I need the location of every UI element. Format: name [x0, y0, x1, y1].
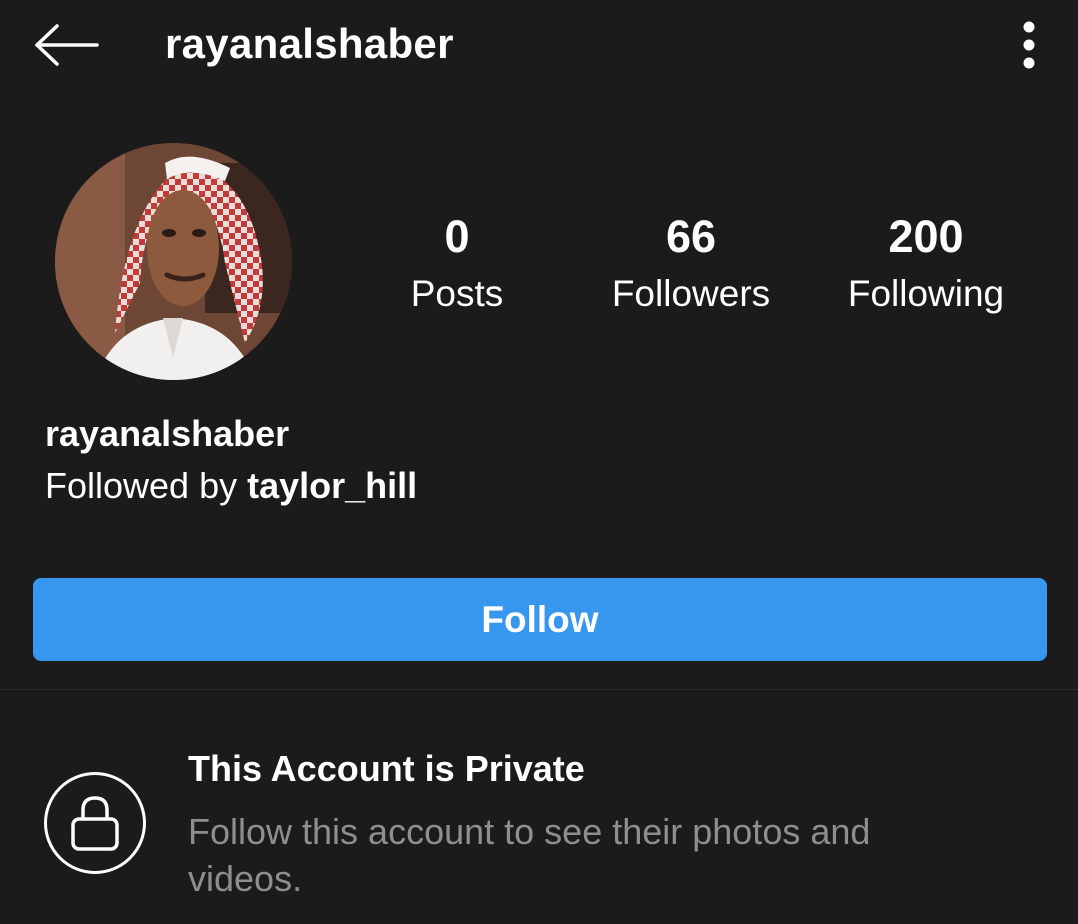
followers-label: Followers: [611, 273, 771, 314]
posts-stat: 0 Posts: [347, 208, 567, 322]
avatar[interactable]: [55, 143, 292, 380]
follow-button[interactable]: Follow: [33, 578, 1047, 661]
posts-count: 0: [444, 211, 470, 262]
lock-badge: [44, 772, 146, 874]
page-title: rayanalshaber: [165, 20, 454, 67]
followed-by: Followed by taylor_hill: [45, 465, 417, 507]
followed-by-user-link[interactable]: taylor_hill: [247, 465, 417, 506]
following-count: 200: [888, 211, 964, 262]
followed-by-prefix: Followed by: [45, 465, 248, 506]
divider: [0, 689, 1078, 690]
private-description: Follow this account to see their photos …: [188, 811, 871, 899]
more-vertical-icon: [1023, 21, 1035, 69]
back-button[interactable]: [26, 14, 106, 76]
following-label: Following: [847, 273, 1005, 314]
more-options-button[interactable]: [1004, 14, 1054, 76]
following-stat[interactable]: 200 Following: [816, 208, 1036, 322]
private-title: This Account is Private: [188, 748, 585, 789]
followers-stat[interactable]: 66 Followers: [581, 208, 801, 322]
posts-label: Posts: [410, 273, 504, 314]
arrow-left-icon: [35, 24, 99, 66]
profile-name: rayanalshaber: [45, 413, 290, 454]
followers-count: 66: [665, 211, 717, 262]
top-bar: rayanalshaber: [0, 0, 1078, 92]
lock-icon: [71, 796, 119, 851]
